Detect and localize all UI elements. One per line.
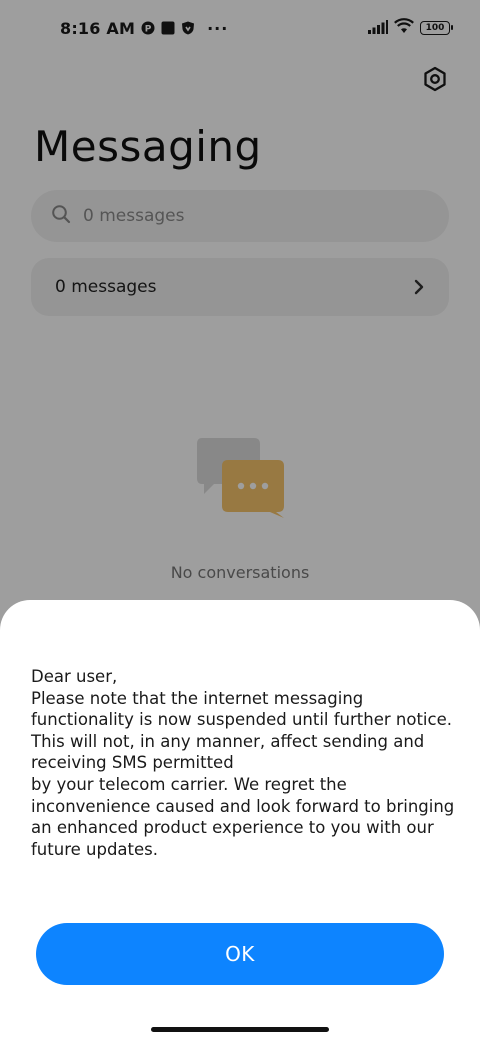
notice-dialog: Dear user, Please note that the internet… bbox=[0, 600, 480, 1040]
dialog-message: Dear user, Please note that the internet… bbox=[31, 667, 455, 859]
home-indicator[interactable] bbox=[151, 1027, 329, 1032]
ok-button[interactable]: OK bbox=[36, 923, 444, 985]
